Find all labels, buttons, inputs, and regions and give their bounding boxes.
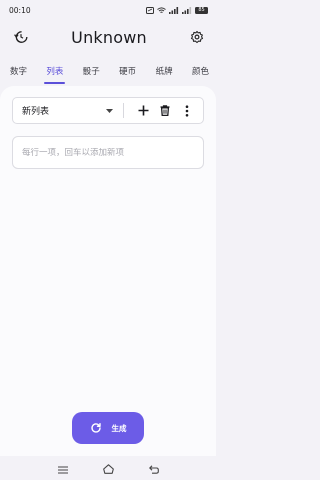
- tab-label: 列表: [46, 67, 64, 77]
- generate-button-label: 生成: [111, 423, 127, 433]
- dropdown-arrow-icon: [106, 108, 113, 113]
- tab-label: 数字: [10, 67, 28, 77]
- page-title: Unknown: [71, 27, 147, 47]
- refresh-icon: [90, 423, 101, 433]
- tab-label: 硬币: [119, 67, 137, 77]
- tab-colors[interactable]: 颜色: [190, 61, 211, 81]
- wifi-icon: [157, 6, 166, 13]
- battery-icon: 85: [195, 6, 208, 14]
- system-nav-bar: [0, 456, 216, 480]
- tab-numbers[interactable]: 数字: [8, 61, 29, 81]
- tab-cards[interactable]: 纸牌: [154, 61, 175, 81]
- back-icon[interactable]: [148, 459, 159, 478]
- app-bar: Unknown: [0, 22, 216, 52]
- tab-list[interactable]: 列表: [35, 55, 78, 87]
- status-icons: 85: [146, 6, 208, 14]
- trash-icon[interactable]: [156, 102, 174, 120]
- generate-button[interactable]: 生成: [72, 412, 144, 444]
- list-toolbar: 新列表: [12, 97, 204, 124]
- home-icon[interactable]: [102, 459, 114, 478]
- signal-icon-2: [182, 6, 192, 14]
- more-vertical-icon[interactable]: [178, 102, 196, 120]
- status-time: 00:10: [9, 5, 31, 15]
- menu-icon[interactable]: [57, 459, 68, 478]
- plus-icon[interactable]: [134, 102, 152, 120]
- item-input-box: [12, 136, 204, 169]
- tab-underline: [44, 82, 66, 84]
- tab-label: 颜色: [191, 67, 209, 77]
- status-bar: 00:10 85: [0, 0, 216, 20]
- tab-label: 纸牌: [155, 67, 173, 77]
- list-select[interactable]: 新列表: [22, 104, 123, 117]
- tab-label: 骰子: [82, 67, 100, 77]
- list-select-label: 新列表: [22, 107, 50, 117]
- toolbar-divider: [123, 103, 124, 118]
- main-content: 新列表: [0, 86, 216, 456]
- tab-coin[interactable]: 硬币: [117, 61, 138, 81]
- tab-dice[interactable]: 骰子: [81, 61, 102, 81]
- signal-icon: [169, 6, 179, 14]
- history-icon[interactable]: [10, 26, 32, 48]
- screen-icon: [146, 6, 154, 14]
- gear-icon[interactable]: [186, 26, 208, 48]
- item-input[interactable]: [22, 147, 194, 158]
- tab-bar: 数字 列表 骰子 硬币 纸牌 颜色: [0, 55, 216, 87]
